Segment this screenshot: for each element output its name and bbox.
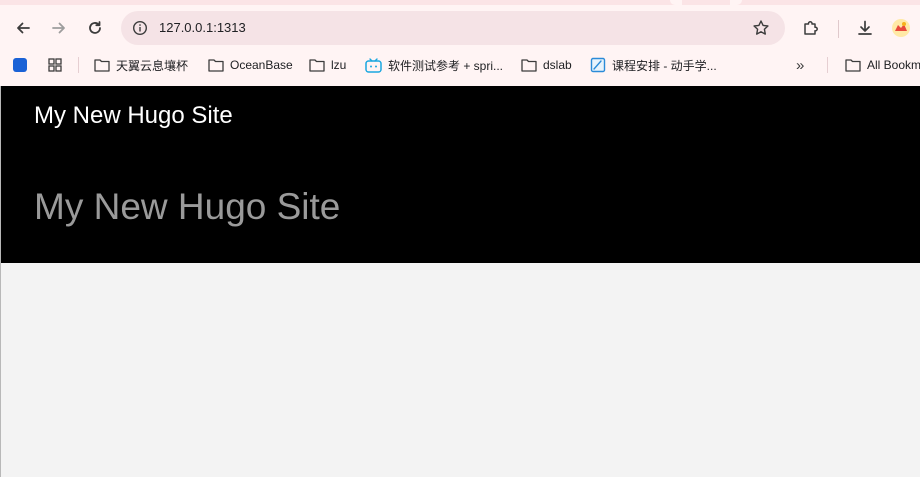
- bookmark-folder[interactable]: 天翼云息壤杯: [94, 53, 188, 77]
- bookmark-star-button[interactable]: [749, 16, 773, 40]
- bookmark-label: 天翼云息壤杯: [116, 58, 189, 73]
- bookmark-link[interactable]: 课程安排 - 动手学...: [590, 53, 717, 77]
- address-bar[interactable]: 127.0.0.1:1313: [121, 11, 785, 45]
- bookmark-label: All Bookmarks: [867, 58, 920, 72]
- bookmark-label: 软件测试参考 + spri...: [388, 58, 504, 73]
- bookmark-label: 课程安排 - 动手学...: [612, 58, 717, 73]
- site-info-icon[interactable]: [129, 17, 151, 39]
- arrow-left-icon: [17, 22, 30, 34]
- apps-button[interactable]: [47, 53, 63, 77]
- star-icon: [753, 20, 769, 35]
- folder-icon: [208, 59, 224, 72]
- bookmark-folder[interactable]: OceanBase: [208, 53, 293, 77]
- folder-icon: [521, 59, 537, 72]
- back-button[interactable]: [7, 12, 39, 44]
- bookmark-label: OceanBase: [230, 58, 293, 72]
- all-bookmarks-folder[interactable]: All Bookmarks: [845, 53, 920, 77]
- downloads-button[interactable]: [849, 12, 881, 44]
- download-icon: [858, 20, 872, 35]
- bookmark-link[interactable]: 软件测试参考 + spri...: [365, 53, 503, 77]
- avatar-icon: [892, 19, 910, 37]
- double-chevron-right-icon: »: [796, 56, 805, 74]
- arrow-right-icon: [52, 22, 65, 34]
- notebook-icon: [590, 57, 606, 73]
- profile-button[interactable]: [885, 12, 917, 44]
- tab-strip: [0, 0, 920, 5]
- blue-square-icon: [13, 58, 27, 72]
- tab-edge: [670, 0, 682, 5]
- bookmark-folder[interactable]: dslab: [521, 53, 572, 77]
- site-brand-link[interactable]: My New Hugo Site: [34, 102, 233, 130]
- reload-button[interactable]: [79, 12, 111, 44]
- bilibili-icon: [365, 57, 382, 73]
- bookmarks-bar: 天翼云息壤杯 OceanBase lzu 软件测试参考 + spri... ds…: [0, 50, 920, 80]
- page-title: My New Hugo Site: [34, 186, 341, 227]
- browser-toolbar: 127.0.0.1:1313: [0, 8, 920, 48]
- forward-button[interactable]: [43, 12, 75, 44]
- apps-grid-icon: [48, 58, 62, 72]
- site-header: My New Hugo Site My New Hugo Site: [1, 86, 920, 263]
- page-content: [1, 263, 920, 477]
- bookmark-separator: [78, 57, 79, 73]
- reload-icon: [89, 21, 101, 34]
- bookmarks-overflow-button[interactable]: »: [796, 53, 804, 77]
- folder-icon: [94, 59, 110, 72]
- bookmark-item[interactable]: [13, 53, 27, 77]
- bookmark-label: lzu: [331, 58, 347, 72]
- bookmark-separator: [827, 57, 828, 73]
- bookmark-folder[interactable]: lzu: [309, 53, 346, 77]
- browser-chrome: 127.0.0.1:1313 天翼云息壤杯 OceanBase lzu 软件测试…: [0, 0, 920, 86]
- url-text[interactable]: 127.0.0.1:1313: [159, 20, 246, 35]
- extensions-button[interactable]: [795, 12, 827, 44]
- folder-icon: [309, 59, 325, 72]
- puzzle-icon: [804, 21, 818, 35]
- folder-icon: [845, 59, 861, 72]
- bookmark-label: dslab: [543, 58, 572, 72]
- toolbar-separator: [838, 20, 839, 38]
